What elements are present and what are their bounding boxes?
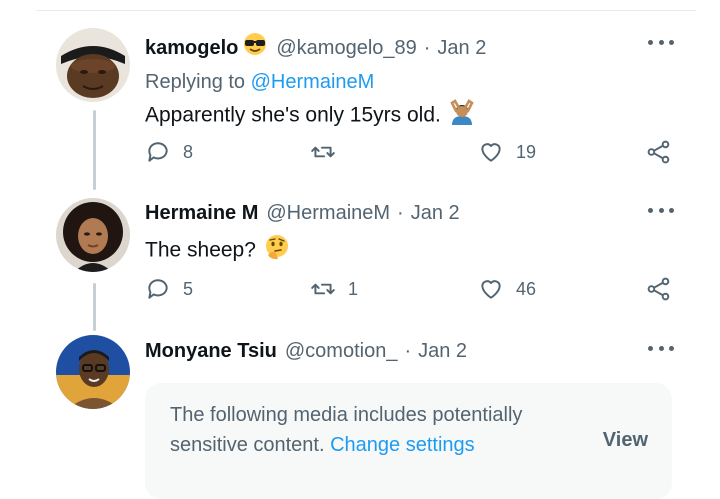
- display-name[interactable]: Hermaine M: [145, 200, 258, 226]
- tweet-date[interactable]: Jan 2: [411, 200, 460, 226]
- like-count: 19: [516, 141, 537, 162]
- tweet-header: Hermaine M @HermaineM · Jan 2: [145, 200, 680, 226]
- thread-line: [93, 110, 96, 190]
- share-icon: [647, 140, 670, 164]
- sensitive-media-warning: The following media includes potentially…: [145, 383, 672, 499]
- share-icon: [647, 277, 670, 301]
- tweet[interactable]: kamogelo @kamogelo_89 · Jan 2 Replying t…: [145, 32, 680, 133]
- display-name[interactable]: Monyane Tsiu: [145, 338, 277, 364]
- like-button[interactable]: 46: [478, 276, 536, 302]
- reply-button[interactable]: 8: [145, 139, 193, 165]
- top-divider: [36, 10, 696, 11]
- change-settings-link[interactable]: Change settings: [330, 434, 475, 456]
- separator-dot: ·: [404, 340, 412, 362]
- more-options-icon[interactable]: [648, 338, 674, 358]
- replying-to: Replying to @HermaineM: [145, 69, 680, 95]
- reply-icon: [148, 142, 168, 162]
- reply-mention-link[interactable]: @HermaineM: [251, 71, 375, 93]
- retweet-count: 1: [348, 278, 359, 299]
- sunglasses-face-icon: [242, 32, 268, 63]
- reply-button[interactable]: 5: [145, 276, 193, 302]
- tweet-text: The sheep?: [145, 234, 680, 268]
- more-options-icon[interactable]: [648, 32, 674, 52]
- tweet-header: Monyane Tsiu @comotion_ · Jan 2: [145, 338, 680, 364]
- separator-dot: ·: [423, 36, 431, 59]
- tweet-text: Apparently she's only 15yrs old.: [145, 99, 680, 133]
- tweet[interactable]: Hermaine M @HermaineM · Jan 2 The sheep?: [145, 200, 680, 268]
- reply-icon: [148, 279, 168, 299]
- thread-line: [93, 283, 96, 331]
- view-button[interactable]: View: [603, 429, 648, 452]
- retweet-button[interactable]: [310, 139, 348, 165]
- replying-to-label: Replying to: [145, 71, 246, 93]
- share-button[interactable]: [646, 276, 672, 302]
- user-handle[interactable]: @HermaineM: [266, 200, 390, 226]
- tweet-actions: 8 19: [145, 139, 680, 169]
- avatar[interactable]: [56, 335, 130, 409]
- person-gesturing-ok-icon: [449, 99, 475, 133]
- tweet-date[interactable]: Jan 2: [418, 338, 467, 364]
- tweet-actions: 5 1 46: [145, 276, 680, 306]
- more-options-icon[interactable]: [648, 200, 674, 220]
- share-button[interactable]: [646, 139, 672, 165]
- tweet-text-content: Apparently she's only 15yrs old.: [145, 103, 441, 127]
- reply-count: 5: [183, 278, 194, 299]
- sensitive-media-text: The following media includes potentially…: [170, 400, 560, 460]
- avatar[interactable]: [56, 198, 130, 272]
- like-count: 46: [516, 278, 537, 299]
- user-handle[interactable]: @kamogelo_89: [276, 35, 416, 61]
- reply-count: 8: [183, 141, 194, 162]
- tweet[interactable]: Monyane Tsiu @comotion_ · Jan 2: [145, 338, 680, 364]
- avatar[interactable]: [56, 28, 130, 102]
- heart-icon: [481, 280, 501, 299]
- retweet-button[interactable]: 1: [310, 276, 358, 302]
- like-button[interactable]: 19: [478, 139, 536, 165]
- separator-dot: ·: [397, 202, 404, 224]
- thinking-face-icon: [264, 234, 290, 268]
- retweet-icon: [311, 283, 335, 295]
- tweet-date[interactable]: Jan 2: [437, 35, 486, 61]
- retweet-icon: [311, 146, 335, 158]
- display-name[interactable]: kamogelo: [145, 35, 238, 61]
- tweet-header: kamogelo @kamogelo_89 · Jan 2: [145, 32, 680, 63]
- user-handle[interactable]: @comotion_: [285, 338, 398, 364]
- heart-icon: [481, 143, 501, 162]
- tweet-text-content: The sheep?: [145, 238, 256, 262]
